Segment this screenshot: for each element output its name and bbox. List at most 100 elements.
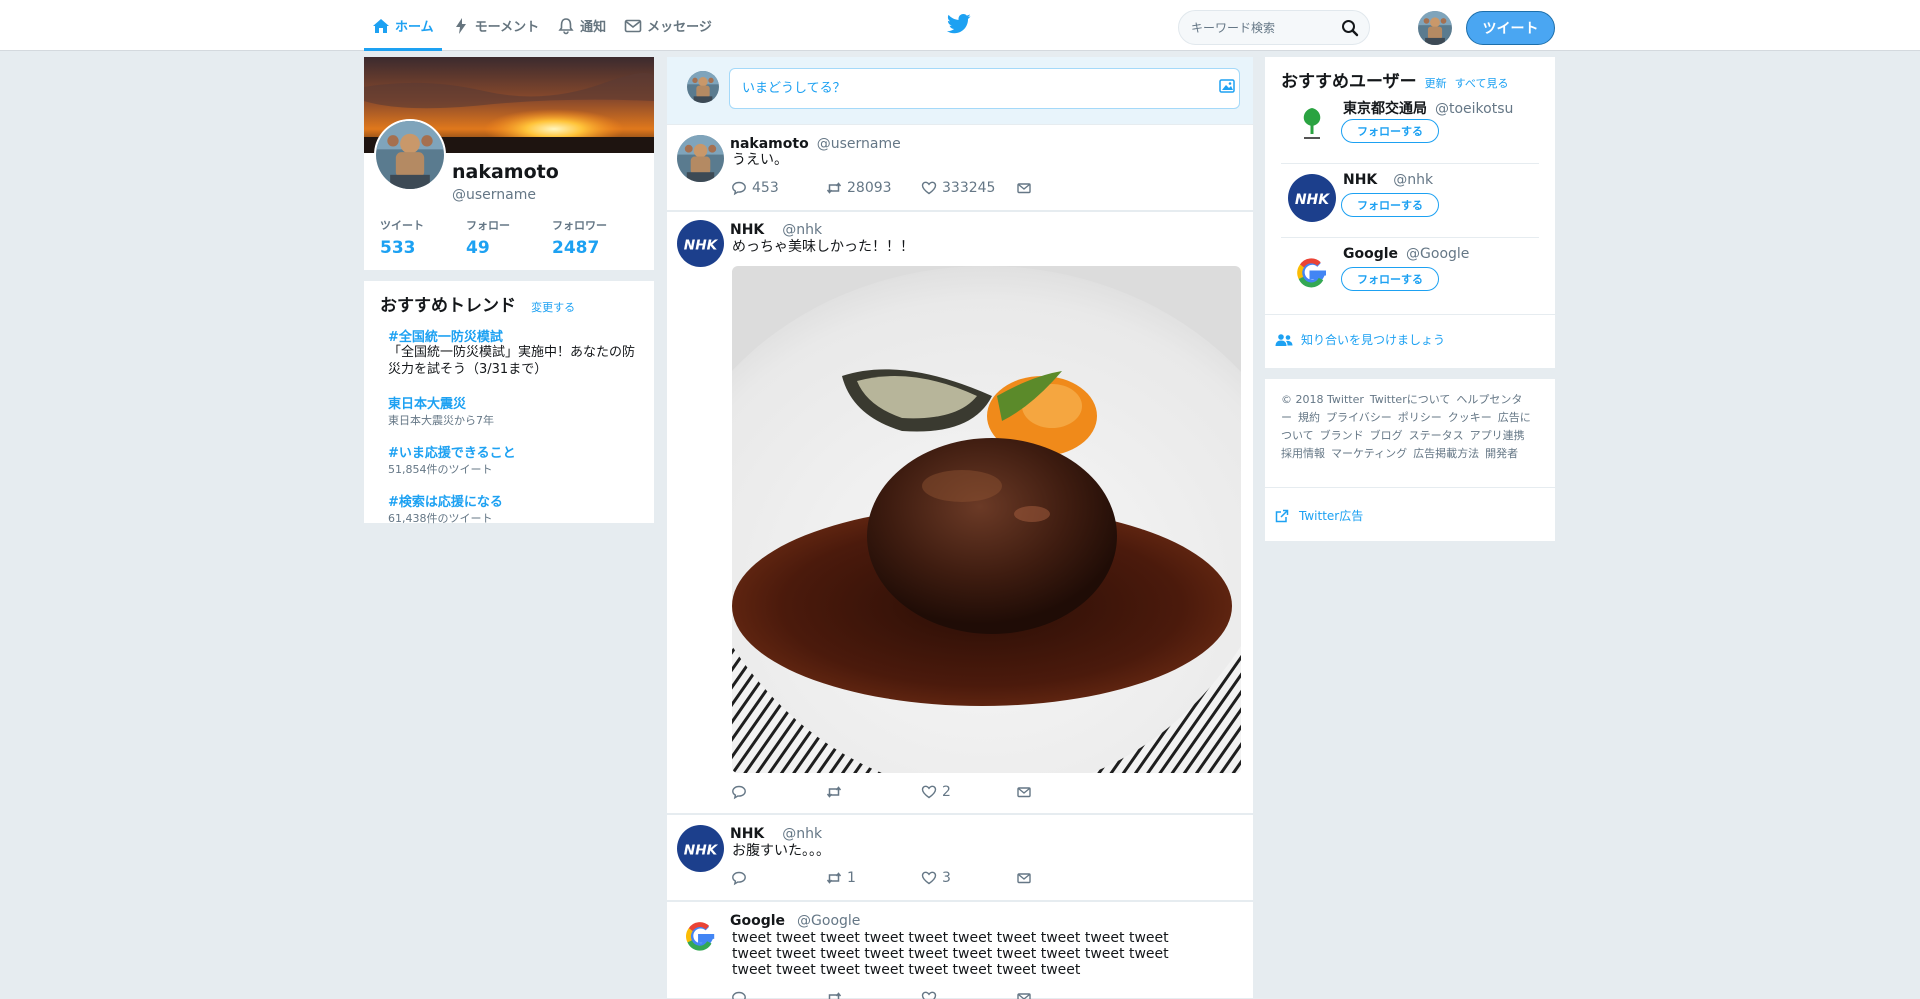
trend-item[interactable]: #いま応援できること 51,854件のツイート: [388, 442, 638, 477]
tweet-author-name[interactable]: NHK: [730, 222, 764, 238]
retweet-button[interactable]: 1: [826, 870, 921, 886]
tweet-avatar[interactable]: [677, 135, 724, 182]
image-upload-icon[interactable]: [1219, 79, 1235, 93]
account-avatar[interactable]: [1418, 11, 1452, 45]
composer-input[interactable]: [729, 68, 1240, 109]
nav-notifications[interactable]: 通知: [549, 0, 614, 51]
profile-avatar[interactable]: [374, 119, 446, 191]
footer-link[interactable]: 採用情報: [1281, 447, 1325, 460]
suggested-user-handle[interactable]: @Google: [1406, 246, 1469, 262]
tweet-photo[interactable]: [732, 266, 1241, 773]
footer-link[interactable]: © 2018 Twitter: [1281, 393, 1364, 406]
search-input[interactable]: [1179, 11, 1339, 44]
suggested-user-handle[interactable]: @toeikotsu: [1435, 101, 1513, 117]
reply-button[interactable]: 453: [731, 180, 826, 196]
refresh-link[interactable]: 更新: [1425, 75, 1447, 91]
stat-tweets[interactable]: ツイート 533: [380, 217, 466, 258]
trend-item[interactable]: #検索は応援になる 61,438件のツイート: [388, 491, 638, 526]
stat-following[interactable]: フォロー 49: [466, 217, 552, 258]
tweet-author-name[interactable]: Google: [730, 913, 785, 929]
tweet[interactable]: Google @Google tweet tweet tweet tweet tw…: [667, 902, 1253, 999]
nav-notifications-label: 通知: [580, 20, 607, 35]
follow-button[interactable]: フォローする: [1341, 267, 1439, 291]
stat-followers[interactable]: フォロワー 2487: [552, 217, 638, 258]
tweet-button[interactable]: ツイート: [1466, 11, 1555, 45]
tweet[interactable]: NHK @nhk お腹すいた。。。 1 3: [667, 815, 1253, 901]
retweet-icon: [826, 182, 842, 194]
external-link-icon: [1275, 509, 1289, 522]
find-friends-link[interactable]: 知り合いを見つけましょう: [1275, 331, 1445, 348]
follow-button[interactable]: フォローする: [1341, 119, 1439, 143]
tweet[interactable]: nakamoto @username うえい。 453 28093 333245: [667, 125, 1253, 211]
reply-button[interactable]: [731, 870, 826, 886]
footer-link[interactable]: マーケティング: [1331, 447, 1407, 460]
search-icon[interactable]: [1341, 19, 1359, 37]
direct-message-button[interactable]: [1016, 870, 1036, 886]
nav-messages-label: メッセージ: [647, 20, 712, 35]
profile-handle[interactable]: @username: [452, 187, 536, 203]
tweet-header: NHK @nhk: [730, 219, 822, 238]
suggested-user-avatar[interactable]: [1288, 174, 1336, 222]
tweet-author-name[interactable]: NHK: [730, 826, 764, 842]
direct-message-button[interactable]: [1016, 180, 1036, 196]
footer-link[interactable]: ブログ: [1370, 429, 1403, 442]
direct-message-button[interactable]: [1016, 990, 1036, 999]
trend-item[interactable]: 東日本大震災 東日本大震災から7年: [388, 393, 638, 428]
footer-link[interactable]: ブランド: [1320, 429, 1364, 442]
direct-message-button[interactable]: [1016, 784, 1036, 800]
tweet-header: nakamoto @username: [730, 133, 901, 152]
footer-link[interactable]: 開発者: [1485, 447, 1518, 460]
tweet-text: うえい。: [732, 152, 788, 168]
footer-link[interactable]: クッキー: [1448, 411, 1492, 424]
profile-card: nakamoto @username ツイート 533 フォロー 49 フォロワ…: [364, 57, 654, 270]
reply-button[interactable]: [731, 784, 826, 800]
like-button[interactable]: 3: [921, 870, 1016, 886]
suggested-user-avatar[interactable]: [1288, 100, 1336, 148]
trend-item[interactable]: #全国統一防災模試 「全国統一防災模試」実施中！あなたの防災力を試そう（3/31…: [388, 326, 638, 379]
like-button[interactable]: 333245: [921, 180, 1016, 196]
tweet-author-handle[interactable]: @Google: [797, 913, 860, 929]
nhk-avatar-image: [677, 220, 724, 267]
footer-link[interactable]: 広告掲載方法: [1413, 447, 1479, 460]
twitter-bird-icon[interactable]: [947, 13, 971, 35]
nav-home-label: ホーム: [395, 20, 434, 35]
trends-change-link[interactable]: 変更する: [531, 301, 575, 314]
tweet[interactable]: NHK @nhk めっちゃ美味しかった！！！ 2: [667, 212, 1253, 814]
suggested-user-name[interactable]: NHK: [1343, 172, 1377, 188]
suggested-user-avatar[interactable]: [1288, 248, 1336, 296]
trends-card: おすすめトレンド 変更する #全国統一防災模試 「全国統一防災模試」実施中！あな…: [364, 281, 654, 526]
tweet-text: お腹すいた。。。: [732, 843, 830, 859]
view-all-link[interactable]: すべて見る: [1455, 75, 1509, 91]
tweet-author-name[interactable]: nakamoto: [730, 136, 809, 152]
twitter-ads-link[interactable]: Twitter広告: [1275, 507, 1363, 524]
tweet-author-handle[interactable]: @nhk: [782, 826, 822, 842]
tweet-author-handle[interactable]: @nhk: [782, 222, 822, 238]
nav-moments[interactable]: モーメント: [444, 0, 547, 51]
like-button[interactable]: [921, 990, 1016, 999]
tweet-avatar[interactable]: [677, 220, 724, 267]
retweet-button[interactable]: [826, 784, 921, 800]
stat-label: フォロワー: [552, 219, 607, 232]
footer-link[interactable]: ポリシー: [1398, 411, 1442, 424]
retweet-button[interactable]: 28093: [826, 180, 921, 196]
suggested-user-handle[interactable]: @nhk: [1393, 172, 1433, 188]
reply-button[interactable]: [731, 990, 826, 999]
tweet-avatar[interactable]: [677, 825, 724, 872]
footer-link[interactable]: アプリ連携: [1470, 429, 1525, 442]
retweet-button[interactable]: [826, 990, 921, 999]
tweet-avatar[interactable]: [677, 912, 724, 959]
trend-context: 東日本大震災から7年: [388, 413, 494, 427]
tweet-author-handle[interactable]: @username: [817, 136, 901, 152]
nav-home[interactable]: ホーム: [364, 0, 442, 51]
footer-link[interactable]: ステータス: [1409, 429, 1464, 442]
footer-link[interactable]: プライバシー: [1326, 411, 1392, 424]
footer-link[interactable]: Twitterについて: [1370, 393, 1451, 406]
follow-button[interactable]: フォローする: [1341, 193, 1439, 217]
nav-messages[interactable]: メッセージ: [616, 0, 720, 51]
google-avatar-image: [677, 912, 724, 959]
footer-link[interactable]: 規約: [1298, 411, 1320, 424]
suggested-user-name[interactable]: 東京都交通局: [1343, 101, 1427, 117]
suggested-user-name[interactable]: Google: [1343, 246, 1398, 262]
like-button[interactable]: 2: [921, 784, 1016, 800]
profile-name[interactable]: nakamoto: [452, 161, 559, 183]
